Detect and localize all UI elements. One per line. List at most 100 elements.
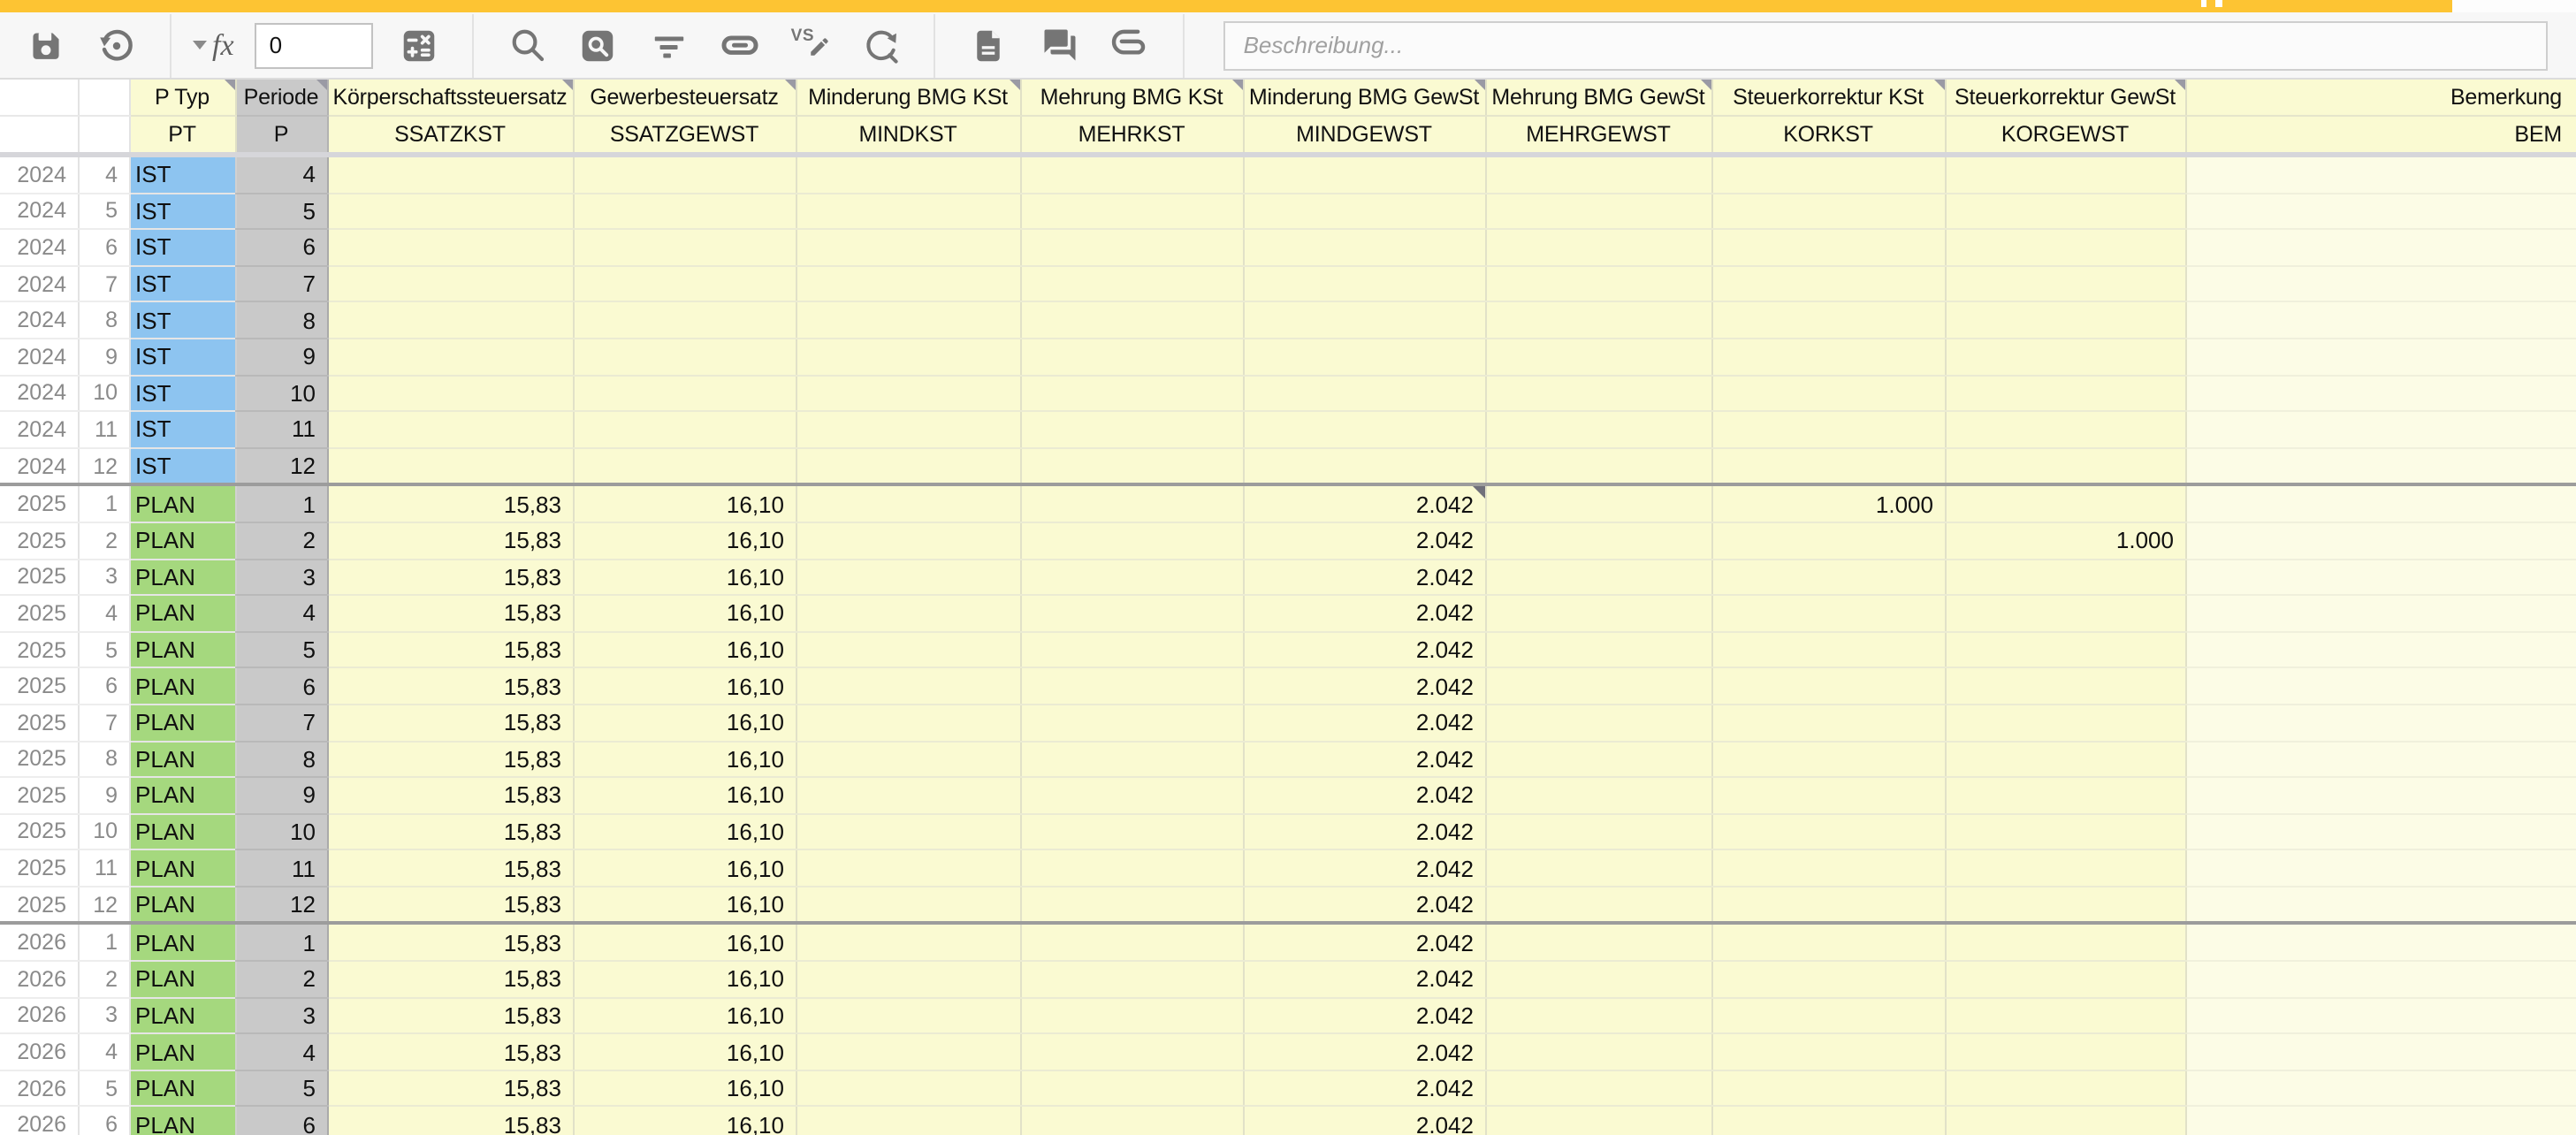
cell-mehrgewst[interactable] bbox=[1485, 229, 1711, 265]
cell-ssatzkst[interactable]: 15,83 bbox=[327, 668, 573, 705]
cell-mindkst[interactable] bbox=[796, 411, 1020, 447]
cell-p[interactable]: 2 bbox=[235, 522, 327, 559]
cell-pt[interactable]: PLAN bbox=[129, 1107, 235, 1135]
cell-korgewst[interactable] bbox=[1945, 705, 2185, 741]
cell-mehrgewst[interactable] bbox=[1485, 631, 1711, 667]
cell-mehrgewst[interactable] bbox=[1485, 559, 1711, 595]
cell-korkst[interactable] bbox=[1711, 155, 1945, 193]
row-year[interactable]: 2024 bbox=[0, 229, 78, 265]
column-header-korgewst[interactable]: KORGEWST bbox=[1945, 116, 2185, 155]
cell-korkst[interactable] bbox=[1711, 522, 1945, 559]
cell-pt[interactable]: IST bbox=[129, 448, 235, 485]
link-button[interactable] bbox=[722, 27, 758, 63]
cell-mindgewst[interactable]: 2.042 bbox=[1243, 485, 1485, 522]
filter-button[interactable] bbox=[652, 27, 687, 63]
cell-korgewst[interactable] bbox=[1945, 668, 2185, 705]
cell-mehrkst[interactable] bbox=[1020, 924, 1243, 961]
cell-p[interactable]: 10 bbox=[235, 813, 327, 849]
cell-p[interactable]: 7 bbox=[235, 266, 327, 302]
row-year[interactable]: 2025 bbox=[0, 631, 78, 667]
cell-korgewst[interactable] bbox=[1945, 229, 2185, 265]
cell-mindkst[interactable] bbox=[796, 155, 1020, 193]
cell-ssatzgewst[interactable] bbox=[573, 339, 796, 375]
cell-mindgewst[interactable]: 2.042 bbox=[1243, 887, 1485, 924]
row-year[interactable]: 2024 bbox=[0, 193, 78, 229]
cell-ssatzgewst[interactable]: 16,10 bbox=[573, 1034, 796, 1070]
cell-mindgewst[interactable]: 2.042 bbox=[1243, 705, 1485, 741]
cell-ssatzgewst[interactable] bbox=[573, 375, 796, 411]
cell-bem[interactable] bbox=[2185, 1034, 2576, 1070]
row-year[interactable]: 2025 bbox=[0, 485, 78, 522]
cell-ssatzkst[interactable]: 15,83 bbox=[327, 1034, 573, 1070]
row-number[interactable]: 5 bbox=[78, 193, 129, 229]
cell-korkst[interactable] bbox=[1711, 559, 1945, 595]
cell-bem[interactable] bbox=[2185, 813, 2576, 849]
cell-bem[interactable] bbox=[2185, 741, 2576, 777]
cell-pt[interactable]: PLAN bbox=[129, 997, 235, 1033]
cell-korkst[interactable] bbox=[1711, 411, 1945, 447]
cell-mindkst[interactable] bbox=[796, 266, 1020, 302]
cell-ssatzkst[interactable]: 15,83 bbox=[327, 924, 573, 961]
column-header-mehrgewst[interactable]: Mehrung BMG GewSt bbox=[1485, 80, 1711, 116]
cell-korgewst[interactable] bbox=[1945, 448, 2185, 485]
row-number[interactable]: 12 bbox=[78, 887, 129, 924]
cell-mindgewst[interactable] bbox=[1243, 193, 1485, 229]
column-header-pt[interactable]: P Typ bbox=[129, 80, 235, 116]
cell-korgewst[interactable] bbox=[1945, 961, 2185, 997]
cell-ssatzkst[interactable]: 15,83 bbox=[327, 485, 573, 522]
cell-mehrkst[interactable] bbox=[1020, 813, 1243, 849]
cell-mehrkst[interactable] bbox=[1020, 302, 1243, 339]
cell-ssatzgewst[interactable] bbox=[573, 229, 796, 265]
search-button[interactable] bbox=[510, 27, 545, 63]
cell-mindkst[interactable] bbox=[796, 559, 1020, 595]
cell-mehrgewst[interactable] bbox=[1485, 448, 1711, 485]
row-number[interactable]: 5 bbox=[78, 1070, 129, 1107]
cell-pt[interactable]: IST bbox=[129, 411, 235, 447]
cell-mehrkst[interactable] bbox=[1020, 229, 1243, 265]
row-number[interactable]: 11 bbox=[78, 850, 129, 887]
cell-mehrkst[interactable] bbox=[1020, 448, 1243, 485]
column-header-mehrkst[interactable]: Mehrung BMG KSt bbox=[1020, 80, 1243, 116]
cell-korkst[interactable] bbox=[1711, 777, 1945, 813]
row-year[interactable]: 2024 bbox=[0, 448, 78, 485]
cell-p[interactable]: 6 bbox=[235, 1107, 327, 1135]
cell-p[interactable]: 8 bbox=[235, 302, 327, 339]
cell-mehrgewst[interactable] bbox=[1485, 522, 1711, 559]
cell-ssatzgewst[interactable]: 16,10 bbox=[573, 522, 796, 559]
cell-mehrgewst[interactable] bbox=[1485, 961, 1711, 997]
cell-bem[interactable] bbox=[2185, 266, 2576, 302]
cell-pt[interactable]: PLAN bbox=[129, 1034, 235, 1070]
cell-ssatzkst[interactable]: 15,83 bbox=[327, 997, 573, 1033]
column-header-p[interactable]: Periode bbox=[235, 80, 327, 116]
cell-mehrkst[interactable] bbox=[1020, 375, 1243, 411]
cell-mehrkst[interactable] bbox=[1020, 850, 1243, 887]
row-year[interactable]: 2024 bbox=[0, 302, 78, 339]
cell-ssatzgewst[interactable]: 16,10 bbox=[573, 924, 796, 961]
cell-pt[interactable]: PLAN bbox=[129, 887, 235, 924]
cell-mindkst[interactable] bbox=[796, 1107, 1020, 1135]
cell-korgewst[interactable] bbox=[1945, 850, 2185, 887]
cell-mehrkst[interactable] bbox=[1020, 1034, 1243, 1070]
cell-mehrgewst[interactable] bbox=[1485, 813, 1711, 849]
cell-ssatzkst[interactable]: 15,83 bbox=[327, 522, 573, 559]
cell-ssatzkst[interactable]: 15,83 bbox=[327, 850, 573, 887]
cell-korkst[interactable] bbox=[1711, 339, 1945, 375]
cell-mehrgewst[interactable] bbox=[1485, 850, 1711, 887]
cell-korgewst[interactable] bbox=[1945, 997, 2185, 1033]
cell-mehrkst[interactable] bbox=[1020, 411, 1243, 447]
cell-bem[interactable] bbox=[2185, 229, 2576, 265]
cell-ssatzgewst[interactable] bbox=[573, 302, 796, 339]
cell-ssatzgewst[interactable]: 16,10 bbox=[573, 850, 796, 887]
cell-bem[interactable] bbox=[2185, 339, 2576, 375]
cell-bem[interactable] bbox=[2185, 631, 2576, 667]
cell-p[interactable]: 1 bbox=[235, 485, 327, 522]
cell-bem[interactable] bbox=[2185, 375, 2576, 411]
cell-pt[interactable]: PLAN bbox=[129, 705, 235, 741]
cell-korgewst[interactable] bbox=[1945, 339, 2185, 375]
cell-mehrgewst[interactable] bbox=[1485, 375, 1711, 411]
cell-pt[interactable]: PLAN bbox=[129, 1070, 235, 1107]
cell-pt[interactable]: PLAN bbox=[129, 777, 235, 813]
cell-mindkst[interactable] bbox=[796, 448, 1020, 485]
row-year[interactable]: 2025 bbox=[0, 741, 78, 777]
cell-mehrkst[interactable] bbox=[1020, 887, 1243, 924]
